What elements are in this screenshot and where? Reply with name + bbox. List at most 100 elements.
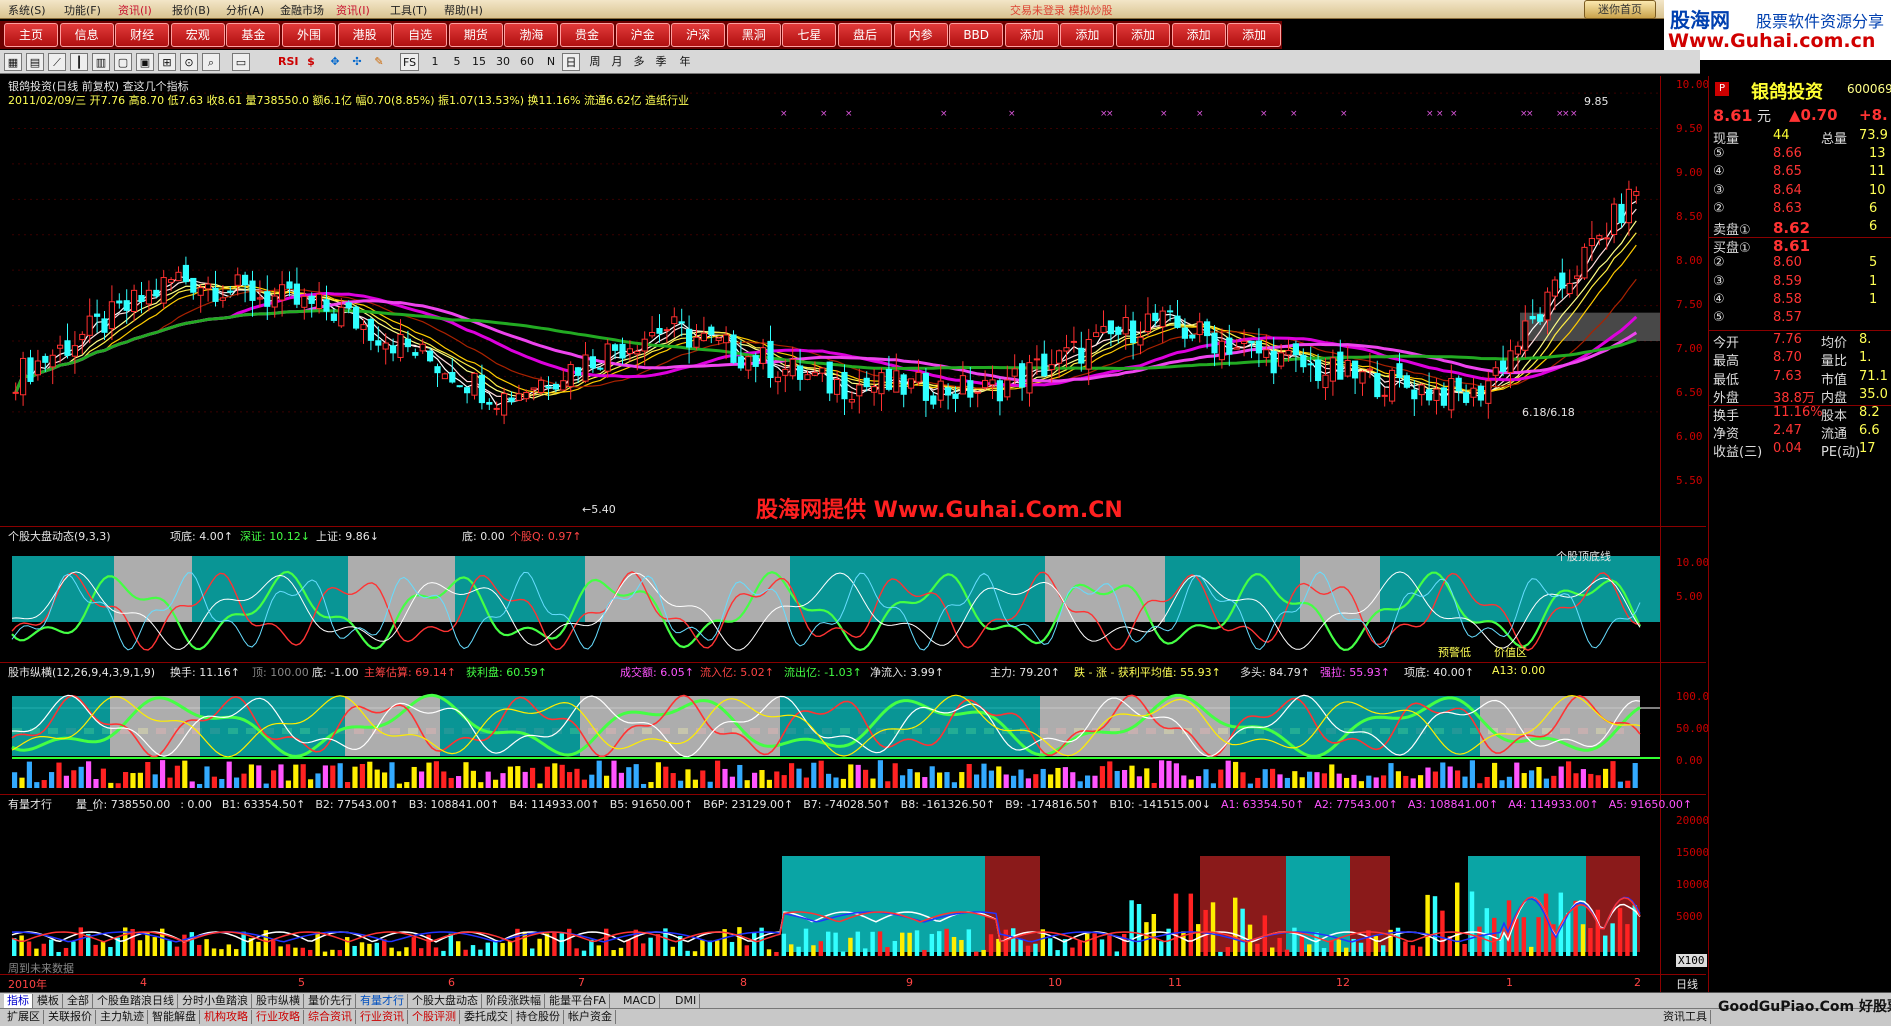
nav-tab[interactable]: 添加 [1116,23,1170,47]
nav-tab[interactable]: 宏观 [170,23,225,47]
indicator-tab[interactable]: 个股大盘动态 [409,994,482,1008]
period-multi[interactable]: 多 [630,53,648,71]
nav-tab[interactable]: 添加 [1004,23,1059,47]
volume-bar [1099,766,1105,788]
fs-button[interactable]: FS [400,53,420,71]
compare-icon[interactable]: ⊞ [158,53,176,71]
nav-tab[interactable]: 沪深 [671,23,726,47]
trade-status[interactable]: 交易未登录 模拟炒股 [1010,2,1113,18]
nav-tab[interactable]: 渤海 [504,23,559,47]
chart-area[interactable]: × × × × × × × × × × × × × × × × × × × × 银鸽投资(日线 前复权) 查这几个指标… [0,76,1709,992]
nav-tab[interactable]: 基金 [226,23,281,47]
indicator-tab[interactable]: 分时小鱼踏浪 [179,994,252,1008]
extension-tab[interactable]: 综合资讯 [305,1010,356,1024]
period-15min[interactable]: 15 [470,53,488,71]
menu-finance[interactable]: 金融市场 [280,2,324,18]
zoom-icon[interactable]: ⊙ [180,53,198,71]
volume-bar [833,932,838,956]
bar-chart-icon[interactable]: ▥ [92,53,110,71]
candle-icon[interactable]: ┃ [70,53,88,71]
nav-tab[interactable]: BBD [949,23,1004,47]
nav-tab[interactable]: 添加 [1227,23,1282,47]
dollar-button[interactable]: $ [302,53,320,71]
menu-info[interactable]: 资讯(I) [118,2,152,18]
period-5min[interactable]: 5 [448,53,466,71]
nav-tab[interactable]: 主页 [4,23,58,47]
nav-tab[interactable]: 期货 [448,23,503,47]
nav-tab[interactable]: 内参 [893,23,948,47]
indicator-tab[interactable]: 能量平台FA [546,994,610,1008]
nav-tab[interactable]: 财经 [115,23,170,47]
nav-tab[interactable]: 沪金 [615,23,670,47]
menu-analysis[interactable]: 分析(A) [226,2,264,18]
nav-tab[interactable]: 黑洞 [726,23,781,47]
nav-tab[interactable]: 港股 [337,23,392,47]
period-30min[interactable]: 30 [494,53,512,71]
menu-function[interactable]: 功能(F) [64,2,101,18]
extension-tab[interactable]: 持仓股份 [513,1010,564,1024]
indicator-tab[interactable]: 指标 [4,994,33,1008]
nav-tab[interactable]: 贵金 [560,23,614,47]
search-icon[interactable]: ⌕ [202,53,220,71]
f10-icon[interactable]: ▢ [114,53,132,71]
move-icon[interactable]: ✣ [348,53,366,71]
menu-info2[interactable]: 资讯(I) [336,2,370,18]
indicator-tab[interactable]: 个股鱼踏浪日线 [94,994,178,1008]
indicator-tab[interactable]: 全部 [64,994,93,1008]
period-month[interactable]: 月 [608,53,626,71]
extension-tab[interactable]: 行业资讯 [357,1010,408,1024]
period-week[interactable]: 周 [586,53,604,71]
mini-home-button[interactable]: 迷你首页 [1584,0,1656,19]
extension-tab[interactable]: 关联报价 [45,1010,96,1024]
nav-tab[interactable]: 自选 [393,23,448,47]
menu-system[interactable]: 系统(S) [8,2,46,18]
grid-icon[interactable]: ▦ [4,53,22,71]
menu-help[interactable]: 帮助(H) [444,2,483,18]
extension-tab[interactable]: 主力轨迹 [97,1010,148,1024]
volume-bar [596,760,602,788]
period-60min[interactable]: 60 [518,53,536,71]
period-day[interactable]: 日 [562,53,580,71]
extension-tab[interactable]: 机构攻略 [201,1010,252,1024]
rsi-button[interactable]: RSI [276,53,301,71]
nav-tab[interactable]: 添加 [1060,23,1115,47]
extension-tab[interactable]: 行业攻略 [253,1010,304,1024]
indicator-tab[interactable]: DMI [672,994,701,1008]
indicator-tab[interactable]: 股市纵横 [253,994,304,1008]
extension-tab[interactable]: 委托成交 [461,1010,512,1024]
crosshair-icon[interactable]: ✥ [326,53,344,71]
layout-icon[interactable]: ▭ [232,53,250,71]
doc-icon[interactable]: ▣ [136,53,154,71]
nav-tab[interactable]: 添加 [1171,23,1226,47]
period-year[interactable]: 年 [676,53,694,71]
pencil-icon[interactable]: ✎ [370,53,388,71]
indicator-tab[interactable]: 阶段涨跌幅 [483,994,545,1008]
indicator-tab[interactable]: 模板 [34,994,63,1008]
volume-bar [1055,767,1061,788]
line-chart-icon[interactable]: ⟋ [48,53,66,71]
indicator-tab[interactable]: 有量才行 [357,994,408,1008]
table-icon[interactable]: ▤ [26,53,44,71]
period-n[interactable]: N [542,53,560,71]
volume-bar [907,768,913,788]
ytick: 5.00 [1676,590,1703,603]
nav-tab[interactable]: 信息 [59,23,114,47]
nav-tab[interactable]: 外围 [282,23,336,47]
extension-tab[interactable]: 个股评测 [409,1010,460,1024]
nav-tab[interactable]: 盘后 [838,23,892,47]
volume-bar [359,942,365,956]
candle-body [1514,345,1521,355]
indicator-tab[interactable]: MACD [620,994,660,1008]
indicator-tab[interactable]: 量价先行 [305,994,356,1008]
menu-tools[interactable]: 工具(T) [390,2,427,18]
volume-bar [41,943,47,956]
period-1min[interactable]: 1 [426,53,444,71]
period-season[interactable]: 季 [652,53,670,71]
volume-bar [19,935,24,956]
info-tools-tab[interactable]: 资讯工具 [1660,1010,1711,1024]
nav-tab[interactable]: 七星 [782,23,837,47]
extension-tab[interactable]: 帐户资金 [565,1010,616,1024]
extension-tab[interactable]: 智能解盘 [149,1010,200,1024]
menu-quote[interactable]: 报价(B) [172,2,210,18]
extension-tab[interactable]: 扩展区 [4,1010,44,1024]
